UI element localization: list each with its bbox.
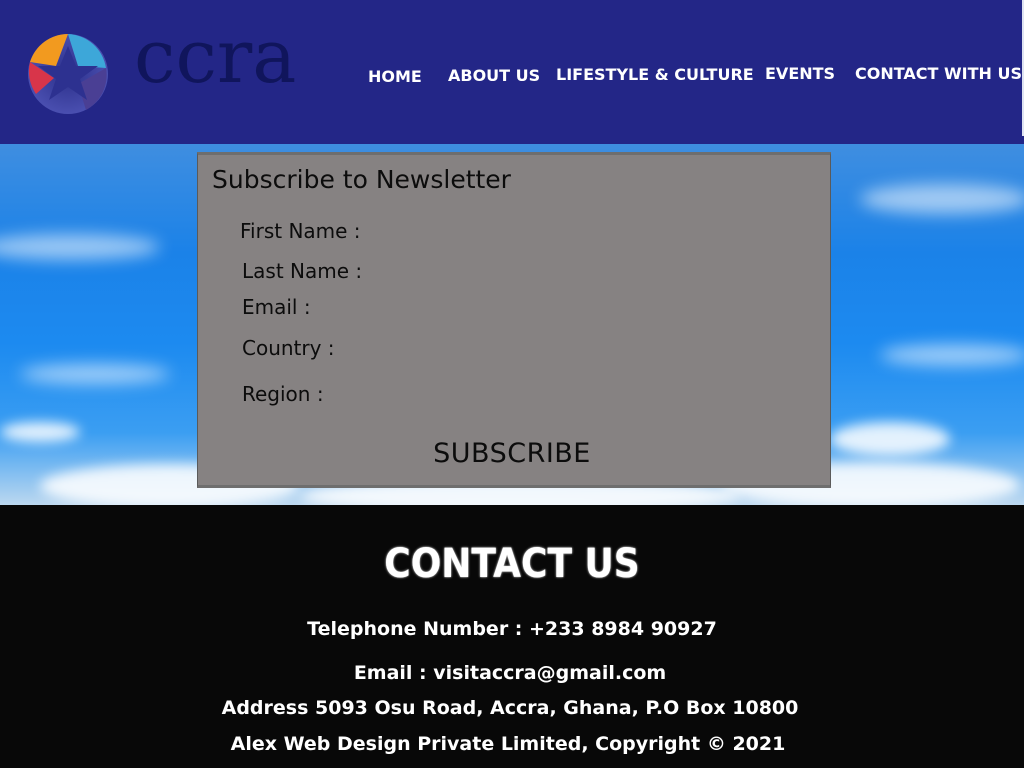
cloud-wisp	[20, 364, 170, 384]
region-input[interactable]	[382, 380, 806, 408]
nav-about-us[interactable]: ABOUT US	[448, 66, 540, 85]
site-footer: CONTACT US Telephone Number : +233 8984 …	[0, 505, 1024, 768]
country-label: Country :	[242, 336, 335, 360]
country-input[interactable]	[382, 334, 806, 362]
logo-wordmark: ccra	[134, 14, 297, 100]
cloud-wisp	[880, 344, 1024, 366]
email-label: Email :	[242, 295, 311, 319]
region-label: Region :	[242, 382, 324, 406]
star-logo-icon	[28, 34, 108, 114]
site-logo[interactable]: ccra	[24, 20, 324, 118]
postal-address: Address 5093 Osu Road, Accra, Ghana, P.O…	[221, 697, 799, 719]
logo-tagline	[120, 92, 320, 104]
cloud-wisp	[0, 234, 160, 260]
cloud	[0, 422, 80, 442]
cloud-wisp	[860, 184, 1024, 214]
last-name-input[interactable]	[382, 257, 806, 285]
copyright-notice: Alex Web Design Private Limited, Copyrig…	[230, 733, 786, 755]
subscribe-button[interactable]: SUBSCRIBE	[428, 433, 596, 473]
email-input[interactable]	[382, 293, 806, 321]
site-header: ccra HOME ABOUT US LIFESTYLE & CULTURE E…	[0, 0, 1024, 144]
cloud	[830, 422, 950, 456]
first-name-input[interactable]	[382, 217, 806, 245]
nav-lifestyle-culture[interactable]: LIFESTYLE & CULTURE	[556, 65, 754, 84]
last-name-label: Last Name :	[242, 259, 363, 283]
newsletter-title: Subscribe to Newsletter	[212, 165, 511, 194]
contact-us-heading: CONTACT US	[384, 541, 640, 587]
nav-events[interactable]: EVENTS	[765, 64, 835, 83]
contact-email: Email : visitaccra@gmail.com	[353, 662, 667, 684]
nav-contact-with-us[interactable]: CONTACT WITH US	[855, 64, 1022, 83]
newsletter-form: Subscribe to Newsletter First Name : Las…	[197, 152, 831, 488]
first-name-label: First Name :	[240, 219, 361, 243]
nav-home[interactable]: HOME	[368, 67, 422, 86]
telephone-number: Telephone Number : +233 8984 90927	[307, 618, 717, 640]
